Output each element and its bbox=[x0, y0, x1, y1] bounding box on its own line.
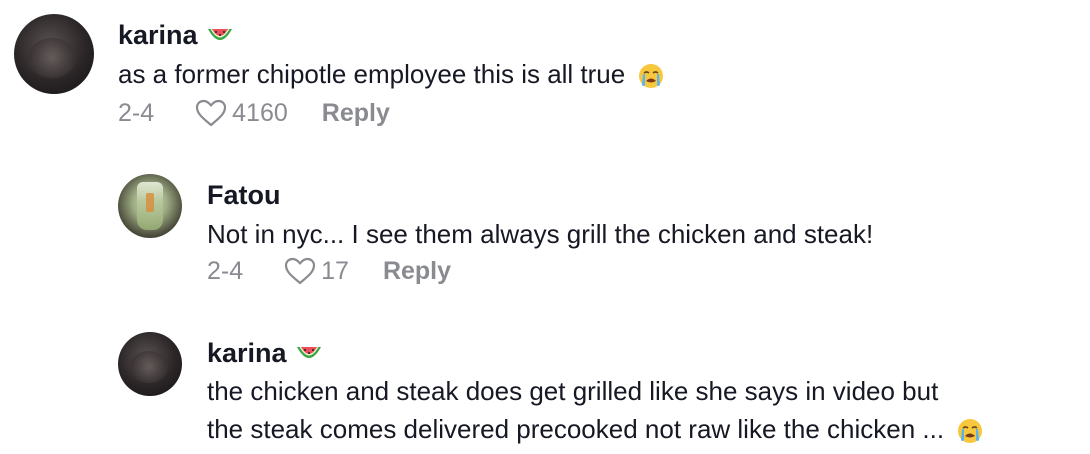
like-button[interactable]: 17 bbox=[283, 256, 349, 286]
comment-date: 2-4 bbox=[207, 256, 244, 285]
comment-text-line: the steak comes delivered precooked not … bbox=[207, 410, 983, 448]
avatar-photo bbox=[129, 351, 168, 384]
username-text: Fatou bbox=[207, 180, 281, 210]
comment-text-content: Not in nyc... I see them always grill th… bbox=[207, 219, 874, 249]
reply-button[interactable]: Reply bbox=[383, 257, 451, 286]
comment-text-line: the chicken and steak does get grilled l… bbox=[207, 376, 939, 406]
like-button[interactable]: 4160 bbox=[194, 98, 288, 128]
crying-face-icon bbox=[957, 418, 983, 444]
comment-text-line-content: the steak comes delivered precooked not … bbox=[207, 414, 945, 444]
comment-text: Not in nyc... I see them always grill th… bbox=[207, 215, 873, 253]
username-text: karina bbox=[118, 20, 198, 50]
avatar[interactable] bbox=[14, 14, 94, 94]
avatar-photo-detail bbox=[146, 193, 154, 213]
heart-icon bbox=[283, 256, 317, 286]
username-text: karina bbox=[207, 338, 287, 368]
comment-meta: 2-4 4160 Reply bbox=[118, 98, 390, 128]
username[interactable]: karina bbox=[207, 338, 323, 369]
reply-button[interactable]: Reply bbox=[322, 99, 390, 128]
avatar-photo bbox=[28, 38, 77, 78]
watermelon-icon bbox=[295, 343, 323, 365]
like-count: 4160 bbox=[232, 98, 288, 127]
comment-text: as a former chipotle employee this is al… bbox=[118, 55, 664, 93]
heart-icon bbox=[194, 98, 228, 128]
comment-meta: 2-4 17 Reply bbox=[207, 256, 451, 286]
avatar[interactable] bbox=[118, 174, 182, 238]
like-count: 17 bbox=[321, 256, 349, 285]
watermelon-icon bbox=[206, 25, 234, 47]
comment-date: 2-4 bbox=[118, 98, 155, 127]
username[interactable]: Fatou bbox=[207, 180, 281, 211]
crying-face-icon bbox=[638, 63, 664, 89]
username[interactable]: karina bbox=[118, 20, 234, 51]
comment-text-content: as a former chipotle employee this is al… bbox=[118, 59, 626, 89]
comment-text: the chicken and steak does get grilled l… bbox=[207, 372, 983, 448]
avatar[interactable] bbox=[118, 332, 182, 396]
